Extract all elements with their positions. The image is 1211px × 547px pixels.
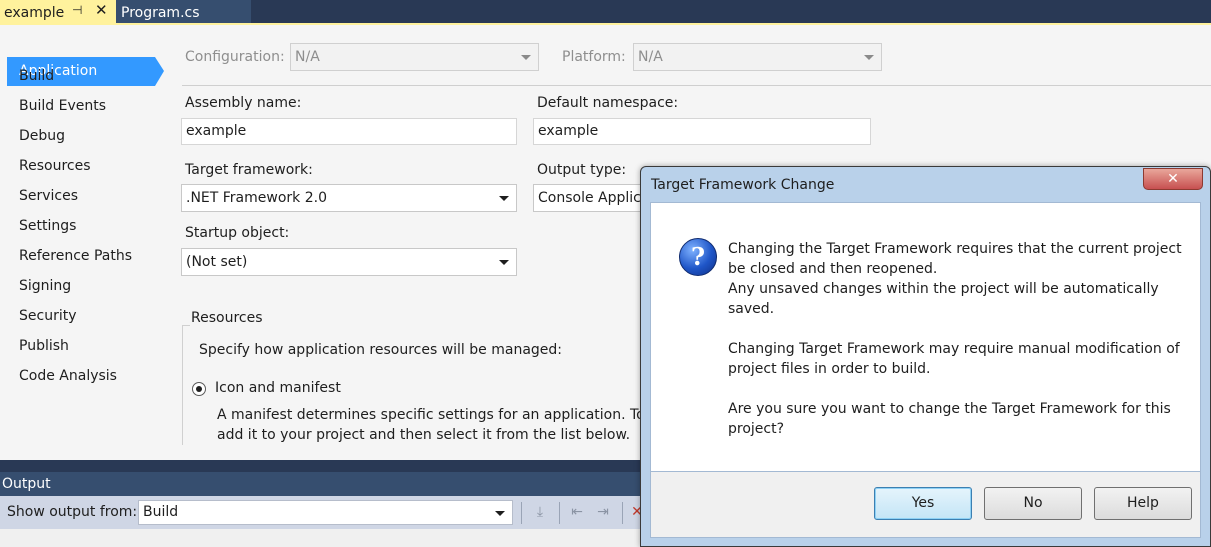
- tab-example[interactable]: example ⊣ ✕: [0, 0, 116, 25]
- question-icon: ?: [679, 238, 717, 276]
- close-icon[interactable]: ✕: [95, 1, 108, 19]
- target-framework-dropdown[interactable]: .NET Framework 2.0: [181, 184, 517, 212]
- dialog-title: Target Framework Change: [651, 177, 835, 193]
- output-type-value: Console Applica: [538, 190, 650, 206]
- document-tab-strip: example ⊣ ✕ Program.cs: [0, 0, 1211, 25]
- dialog-message-line7: Are you sure you want to change the Targ…: [728, 401, 1171, 417]
- icon-manifest-radio[interactable]: [192, 382, 206, 396]
- nav-item-debug[interactable]: Debug: [19, 122, 65, 150]
- no-button[interactable]: No: [984, 487, 1082, 520]
- toolbar-separator: [622, 502, 623, 524]
- dialog-message-line6: project files in order to build.: [728, 361, 931, 377]
- manifest-description-line2: add it to your project and then select i…: [217, 427, 631, 443]
- assembly-name-label: Assembly name:: [185, 95, 302, 111]
- find-message-icon[interactable]: ⤓: [531, 503, 549, 521]
- startup-object-dropdown[interactable]: (Not set): [181, 248, 517, 276]
- chevron-down-icon: [521, 55, 531, 60]
- nav-item-services[interactable]: Services: [19, 182, 78, 210]
- nav-item-security[interactable]: Security: [19, 302, 77, 330]
- nav-item-settings[interactable]: Settings: [19, 212, 76, 240]
- target-framework-change-dialog: Target Framework Change ✕ ? Changing the…: [640, 166, 1211, 547]
- next-message-icon[interactable]: ⇥: [594, 503, 612, 521]
- platform-dropdown[interactable]: N/A: [633, 43, 882, 71]
- resources-group-border: [182, 325, 190, 326]
- property-page-nav: Application Build Build Events Debug Res…: [0, 25, 168, 460]
- resources-group-border-left: [182, 325, 183, 445]
- icon-manifest-label: Icon and manifest: [215, 380, 341, 396]
- dialog-message-line1: Changing the Target Framework requires t…: [728, 241, 1182, 257]
- dialog-message-line4: saved.: [728, 301, 775, 317]
- chevron-down-icon: [499, 260, 509, 265]
- show-output-from-label: Show output from:: [7, 504, 138, 520]
- tab-program-cs-label: Program.cs: [121, 4, 200, 21]
- startup-object-value: (Not set): [186, 254, 248, 270]
- target-framework-label: Target framework:: [185, 162, 313, 178]
- configuration-dropdown[interactable]: N/A: [290, 43, 539, 71]
- dialog-message-line2: be closed and then reopened.: [728, 261, 938, 277]
- tab-program-cs[interactable]: Program.cs: [116, 0, 251, 25]
- previous-message-icon[interactable]: ⇤: [568, 503, 586, 521]
- nav-item-publish[interactable]: Publish: [19, 332, 69, 360]
- manifest-description-line1: A manifest determines specific settings …: [217, 407, 667, 423]
- platform-value: N/A: [638, 49, 663, 65]
- chevron-down-icon: [499, 196, 509, 201]
- resources-group-label: Resources: [191, 310, 263, 326]
- nav-item-build-events[interactable]: Build Events: [19, 92, 106, 120]
- dialog-message-line3: Any unsaved changes within the project w…: [728, 281, 1159, 297]
- platform-label: Platform:: [562, 49, 626, 65]
- nav-selected-arrow: [155, 57, 164, 86]
- default-namespace-input[interactable]: example: [533, 118, 871, 145]
- output-type-label: Output type:: [537, 162, 627, 178]
- close-icon: ✕: [1167, 171, 1179, 187]
- nav-item-reference-paths[interactable]: Reference Paths: [19, 242, 132, 270]
- dialog-message-line8: project?: [728, 421, 785, 437]
- configuration-value: N/A: [295, 49, 320, 65]
- yes-button[interactable]: Yes: [874, 487, 972, 520]
- configuration-label: Configuration:: [185, 49, 285, 65]
- nav-item-code-analysis[interactable]: Code Analysis: [19, 362, 117, 390]
- toolbar-separator: [559, 502, 560, 524]
- tab-example-label: example: [4, 4, 65, 21]
- nav-item-resources[interactable]: Resources: [19, 152, 91, 180]
- startup-object-label: Startup object:: [185, 225, 290, 241]
- pin-icon[interactable]: ⊣: [72, 3, 82, 17]
- show-output-from-value: Build: [143, 504, 179, 520]
- target-framework-value: .NET Framework 2.0: [186, 190, 327, 206]
- dialog-close-button[interactable]: ✕: [1143, 168, 1203, 190]
- default-namespace-label: Default namespace:: [537, 95, 679, 111]
- output-title: Output: [2, 476, 51, 492]
- resources-description: Specify how application resources will b…: [199, 342, 562, 358]
- dialog-message-line5: Changing Target Framework may require ma…: [728, 341, 1180, 357]
- nav-item-signing[interactable]: Signing: [19, 272, 71, 300]
- chevron-down-icon: [864, 55, 874, 60]
- show-output-from-dropdown[interactable]: Build: [138, 500, 513, 525]
- header-separator: [182, 85, 1211, 86]
- nav-item-build[interactable]: Build: [19, 62, 54, 90]
- toolbar-separator: [521, 502, 522, 524]
- help-button[interactable]: Help: [1094, 487, 1192, 520]
- assembly-name-input[interactable]: example: [181, 118, 517, 145]
- chevron-down-icon: [495, 511, 505, 516]
